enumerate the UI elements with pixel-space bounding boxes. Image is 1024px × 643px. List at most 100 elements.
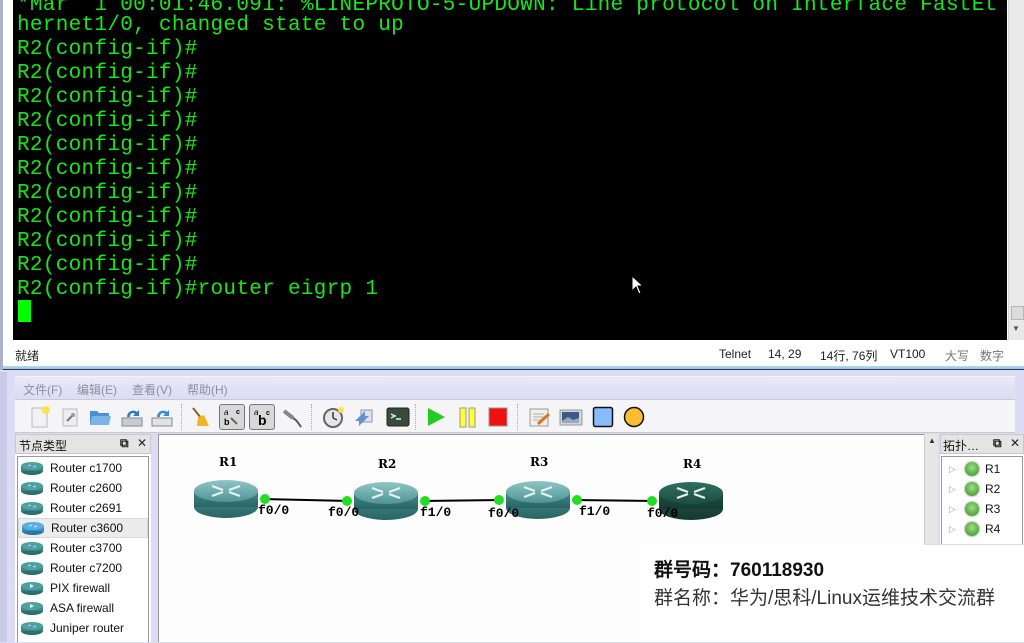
- node-types-dock: 节点类型 ⧉ ✕ Router c1700 Router c2600 Route…: [15, 434, 151, 642]
- status-caps: 大写: [945, 349, 970, 363]
- terminal-line: R2(config-if)#: [17, 86, 198, 109]
- topology-device-item[interactable]: ▷ R1: [942, 459, 1022, 479]
- console-all-button[interactable]: [385, 404, 411, 430]
- insert-image-icon: [559, 409, 583, 426]
- terminal-line: R2(config-if)#router eigrp 1: [17, 278, 379, 301]
- terminal-line: R2(config-if)#: [17, 182, 198, 205]
- port-label: f1/0: [420, 505, 452, 520]
- group-name-text: 群名称：华为/思科/Linux运维技术交流群: [654, 588, 995, 609]
- open-folder-button[interactable]: [87, 404, 113, 430]
- status-rows-cols: 14行, 76列: [820, 349, 878, 363]
- open-folder-icon: [90, 411, 111, 425]
- dock-header: 节点类型 ⧉ ✕: [15, 434, 151, 454]
- node-type-item[interactable]: Router c2691: [18, 498, 148, 518]
- terminal-scrollbar[interactable]: ▼: [1008, 0, 1024, 340]
- link-line[interactable]: [421, 499, 503, 502]
- node-type-item[interactable]: Router c3700: [18, 538, 148, 558]
- svg-text:c: c: [266, 410, 270, 417]
- new-project-button[interactable]: [27, 404, 53, 430]
- port-label: f0/0: [258, 503, 290, 518]
- topology-device-item[interactable]: ▷ R4: [942, 519, 1022, 539]
- stop-all-button[interactable]: [485, 404, 511, 430]
- float-dock-icon[interactable]: ⧉: [993, 436, 1002, 451]
- toolbar-separator: [415, 404, 416, 430]
- add-link-button[interactable]: [279, 404, 305, 430]
- close-dock-icon[interactable]: ✕: [137, 436, 147, 450]
- menu-edit[interactable]: 编辑(E): [77, 381, 117, 398]
- status-emulation: VT100: [890, 347, 926, 361]
- menu-file[interactable]: 文件(F): [23, 381, 62, 398]
- expand-arrow-icon[interactable]: ▷: [949, 484, 961, 495]
- expand-arrow-icon[interactable]: ▷: [949, 504, 961, 515]
- topology-device-item[interactable]: ▷ R2: [942, 479, 1022, 499]
- open-config-icon: [62, 408, 78, 427]
- toolbar: acb abc: [15, 399, 1015, 433]
- add-note-button[interactable]: [527, 404, 553, 430]
- save-as-button[interactable]: [149, 404, 175, 430]
- show-hostnames-button[interactable]: abc: [249, 404, 275, 430]
- router-label: R2: [378, 457, 397, 471]
- terminal-screen[interactable]: *Mar 1 00:01:46.091: %LINEPROTO-5-UPDOWN…: [13, 0, 1007, 340]
- link-status-dot: [647, 496, 657, 506]
- router-label: R1: [219, 455, 238, 469]
- save-button[interactable]: [119, 404, 145, 430]
- status-led-icon: [965, 502, 979, 516]
- toolbar-separator: [517, 404, 518, 430]
- suspend-all-button[interactable]: [455, 404, 481, 430]
- terminal-line: R2(config-if)#: [17, 206, 198, 229]
- router-icon: [21, 562, 43, 575]
- port-label: f0/0: [328, 505, 360, 520]
- topology-device-item[interactable]: ▷ R3: [942, 499, 1022, 519]
- dock-header: 拓扑… ⧉ ✕: [940, 434, 1024, 454]
- node-type-item-selected[interactable]: Router c3600: [18, 518, 148, 538]
- firewall-icon: [21, 582, 43, 595]
- node-type-item[interactable]: ASA firewall: [18, 598, 148, 618]
- node-type-item[interactable]: Router c2600: [18, 478, 148, 498]
- router-icon: [22, 522, 44, 535]
- link-line[interactable]: [261, 498, 351, 502]
- insert-image-button[interactable]: [558, 404, 584, 430]
- firewall-icon: [21, 602, 43, 615]
- svg-text:a: a: [224, 408, 229, 417]
- draw-ellipse-button[interactable]: [621, 404, 647, 430]
- link-line[interactable]: [573, 499, 656, 502]
- topology-device-list: ▷ R1 ▷ R2 ▷ R3 ▷ R4: [941, 456, 1023, 544]
- port-label: f0/0: [488, 506, 520, 521]
- terminal-line: R2(config-if)#: [17, 38, 198, 61]
- canvas-scrollbar[interactable]: ▲: [924, 434, 938, 544]
- node-type-item[interactable]: Router c1700: [18, 458, 148, 478]
- router-icon: [21, 462, 43, 475]
- router-icon: [21, 482, 43, 495]
- float-dock-icon[interactable]: ⧉: [120, 436, 129, 451]
- import-export-button[interactable]: [351, 404, 377, 430]
- open-config-button[interactable]: [57, 404, 83, 430]
- mouse-pointer-icon: [631, 275, 645, 295]
- snapshot-button[interactable]: [321, 404, 347, 430]
- node-type-item[interactable]: Router c7200: [18, 558, 148, 578]
- show-interface-labels-icon: a cb: [224, 408, 240, 427]
- status-cursor-pos: 14, 29: [768, 347, 802, 361]
- link-status-dot: [494, 495, 504, 505]
- show-interface-labels-button[interactable]: acb: [219, 404, 245, 430]
- menu-view[interactable]: 查看(V): [132, 381, 172, 398]
- scroll-down-arrow-icon[interactable]: ▼: [1012, 324, 1020, 333]
- clear-button[interactable]: [187, 404, 213, 430]
- expand-arrow-icon[interactable]: ▷: [949, 524, 961, 535]
- scrollbar-thumb[interactable]: [1011, 306, 1024, 320]
- node-type-item[interactable]: PIX firewall: [18, 578, 148, 598]
- expand-arrow-icon[interactable]: ▷: [949, 464, 961, 475]
- scroll-up-arrow-icon[interactable]: ▲: [928, 436, 936, 445]
- show-hostnames-icon: abc: [254, 408, 270, 428]
- menu-help[interactable]: 帮助(H): [187, 381, 228, 398]
- draw-rectangle-button[interactable]: [590, 404, 616, 430]
- start-all-button[interactable]: [423, 404, 449, 430]
- terminal-status-bar: 就绪 Telnet 14, 29 14行, 76列 VT100 大写 数字: [13, 342, 1024, 366]
- status-led-icon: [965, 522, 979, 536]
- router-node-r2[interactable]: [354, 482, 418, 520]
- suspend-all-icon: [459, 407, 476, 428]
- router-node-r1[interactable]: [194, 480, 258, 518]
- node-type-item[interactable]: Juniper router: [18, 618, 148, 638]
- close-dock-icon[interactable]: ✕: [1010, 436, 1020, 450]
- router-icon: [21, 542, 43, 555]
- status-led-icon: [965, 462, 979, 476]
